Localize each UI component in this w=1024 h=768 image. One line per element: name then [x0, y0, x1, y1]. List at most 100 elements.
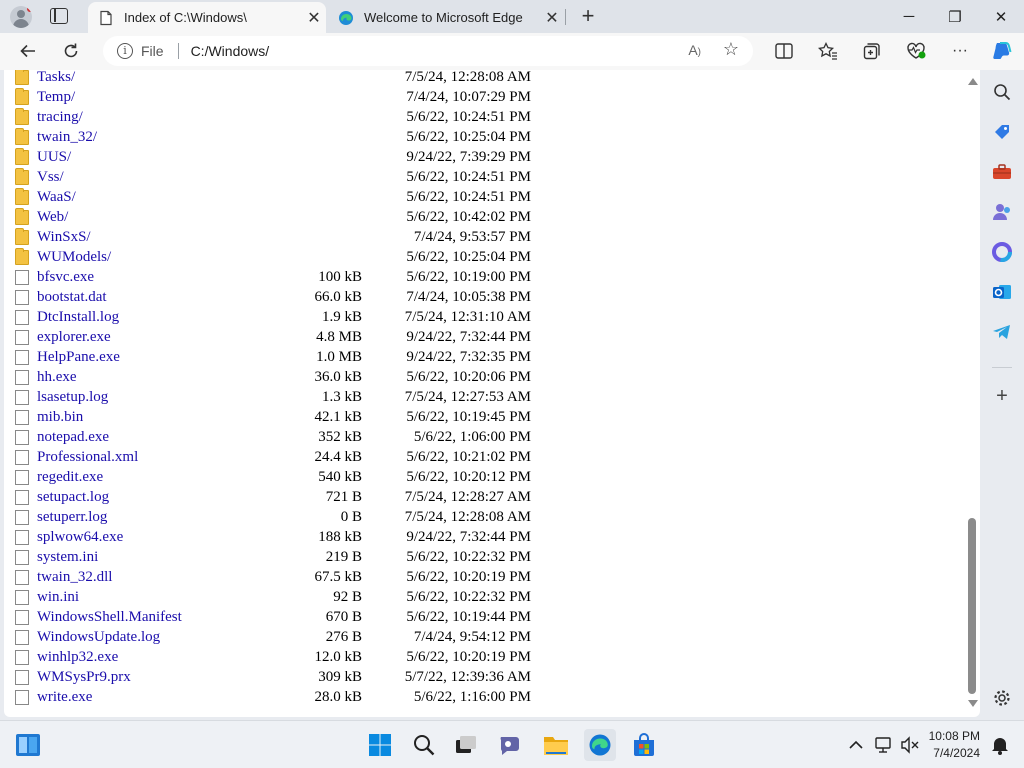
entry-name-link[interactable]: lsasetup.log	[37, 387, 108, 407]
site-info-icon[interactable]: i	[117, 43, 133, 59]
tab-welcome-edge[interactable]: Welcome to Microsoft Edge ✕	[328, 2, 564, 33]
store-icon[interactable]	[628, 729, 660, 761]
entry-name-link[interactable]: notepad.exe	[37, 427, 109, 447]
folder-icon	[15, 70, 29, 85]
clock-date[interactable]: 7/4/2024	[924, 746, 980, 760]
entry-name-link[interactable]: twain_32/	[37, 127, 97, 147]
shopping-tag-icon[interactable]	[990, 120, 1014, 144]
entry-name-link[interactable]: WaaS/	[37, 187, 76, 207]
search-icon[interactable]	[990, 80, 1014, 104]
entry-name-link[interactable]: win.ini	[37, 587, 79, 607]
telegram-icon[interactable]	[990, 320, 1014, 344]
tab-index-of-windows[interactable]: Index of C:\Windows\ ✕	[88, 2, 326, 33]
entry-name-link[interactable]: WindowsShell.Manifest	[37, 607, 182, 627]
file-icon	[15, 450, 29, 465]
entry-name-link[interactable]: regedit.exe	[37, 467, 103, 487]
entry-size: 67.5 kB	[314, 569, 362, 585]
entry-name-link[interactable]: DtcInstall.log	[37, 307, 119, 327]
file-icon	[15, 310, 29, 325]
entry-name-link[interactable]: WUModels/	[37, 247, 111, 267]
entry-name-link[interactable]: system.ini	[37, 547, 98, 567]
add-icon[interactable]: +	[990, 384, 1014, 408]
entry-name-link[interactable]: Web/	[37, 207, 68, 227]
notification-bell-icon[interactable]	[984, 729, 1016, 761]
entry-name-link[interactable]: write.exe	[37, 687, 92, 707]
minimize-button[interactable]: ─	[886, 0, 932, 33]
entry-date: 5/6/22, 10:25:04 PM	[406, 129, 531, 145]
entry-name-link[interactable]: hh.exe	[37, 367, 77, 387]
tab-separator	[565, 9, 566, 25]
entry-name-link[interactable]: WinSxS/	[37, 227, 91, 247]
scheme-label: File	[141, 43, 164, 59]
entry-date: 5/6/22, 1:06:00 PM	[413, 429, 531, 445]
profile-avatar-icon[interactable]	[10, 6, 32, 28]
url-text[interactable]: C:/Windows/	[191, 43, 270, 59]
copilot-icon[interactable]	[989, 38, 1015, 64]
settings-and-more-icon[interactable]: ···	[947, 38, 973, 64]
file-icon	[15, 270, 29, 285]
entry-name-link[interactable]: bfsvc.exe	[37, 267, 94, 287]
clock-time[interactable]: 10:08 PM	[924, 729, 980, 743]
close-tab-icon[interactable]: ✕	[302, 8, 326, 28]
back-button[interactable]	[13, 36, 43, 66]
refresh-button[interactable]	[56, 36, 86, 66]
entry-name-link[interactable]: Temp/	[37, 87, 75, 107]
toolbox-icon[interactable]	[990, 160, 1014, 184]
new-tab-button[interactable]: +	[577, 3, 599, 29]
task-view-icon[interactable]	[450, 729, 482, 761]
entry-name-link[interactable]: tracing/	[37, 107, 83, 127]
split-screen-icon[interactable]	[771, 38, 797, 64]
vertical-scrollbar[interactable]	[965, 70, 979, 717]
entry-name-link[interactable]: WMSysPr9.prx	[37, 667, 131, 687]
volume-muted-icon[interactable]	[894, 729, 926, 761]
entry-name-link[interactable]: bootstat.dat	[37, 287, 107, 307]
entry-name-link[interactable]: UUS/	[37, 147, 71, 167]
scrollbar-thumb[interactable]	[968, 518, 976, 694]
close-window-button[interactable]: ✕	[978, 0, 1024, 33]
entry-name-link[interactable]: twain_32.dll	[37, 567, 112, 587]
entry-date: 5/6/22, 10:21:02 PM	[406, 449, 531, 465]
widgets-icon[interactable]	[12, 729, 44, 761]
favorites-icon[interactable]	[815, 38, 841, 64]
entry-name-link[interactable]: mib.bin	[37, 407, 83, 427]
entry-name-link[interactable]: setuperr.log	[37, 507, 107, 527]
entry-name-link[interactable]: Professional.xml	[37, 447, 138, 467]
collections-icon[interactable]	[859, 38, 885, 64]
persona-icon[interactable]	[990, 200, 1014, 224]
file-icon	[15, 590, 29, 605]
entry-name-link[interactable]: winhlp32.exe	[37, 647, 118, 667]
entry-name-link[interactable]: Vss/	[37, 167, 64, 187]
entry-name-link[interactable]: Tasks/	[37, 70, 75, 87]
read-aloud-icon[interactable]: A)	[688, 42, 701, 58]
tab-title: Index of C:\Windows\	[124, 10, 247, 25]
search-icon[interactable]	[408, 729, 440, 761]
outlook-icon[interactable]	[990, 280, 1014, 304]
browser-essentials-icon[interactable]	[903, 38, 929, 64]
m365-icon[interactable]	[990, 240, 1014, 264]
entry-name-link[interactable]: setupact.log	[37, 487, 109, 507]
table-row: UUS/9/24/22, 7:39:29 PM	[4, 147, 964, 167]
entry-name-link[interactable]: WindowsUpdate.log	[37, 627, 160, 647]
table-row: splwow64.exe 188 kB 9/24/22, 7:32:44 PM	[4, 527, 964, 547]
back-arrow-icon	[20, 44, 35, 58]
edge-icon[interactable]	[584, 729, 616, 761]
settings-icon[interactable]	[990, 686, 1014, 710]
folder-icon	[15, 128, 29, 145]
favorite-star-icon[interactable]: ☆	[723, 39, 739, 60]
restore-button[interactable]: ❐	[932, 0, 978, 33]
entry-date: 9/24/22, 7:32:44 PM	[406, 329, 531, 345]
address-bar[interactable]: i File C:/Windows/ A) ☆	[103, 36, 753, 66]
scroll-up-arrow-icon[interactable]	[968, 78, 978, 85]
file-icon	[15, 470, 29, 485]
scroll-down-arrow-icon[interactable]	[968, 700, 978, 707]
tab-actions-menu-icon[interactable]	[50, 8, 68, 24]
table-row: explorer.exe 4.8 MB 9/24/22, 7:32:44 PM	[4, 327, 964, 347]
table-row: win.ini 92 B 5/6/22, 10:22:32 PM	[4, 587, 964, 607]
entry-name-link[interactable]: HelpPane.exe	[37, 347, 120, 367]
close-tab-icon[interactable]: ✕	[540, 8, 564, 28]
entry-name-link[interactable]: explorer.exe	[37, 327, 111, 347]
file-explorer-icon[interactable]	[540, 729, 572, 761]
teams-chat-icon[interactable]	[494, 729, 526, 761]
windows-start-icon[interactable]	[364, 729, 396, 761]
entry-name-link[interactable]: splwow64.exe	[37, 527, 123, 547]
